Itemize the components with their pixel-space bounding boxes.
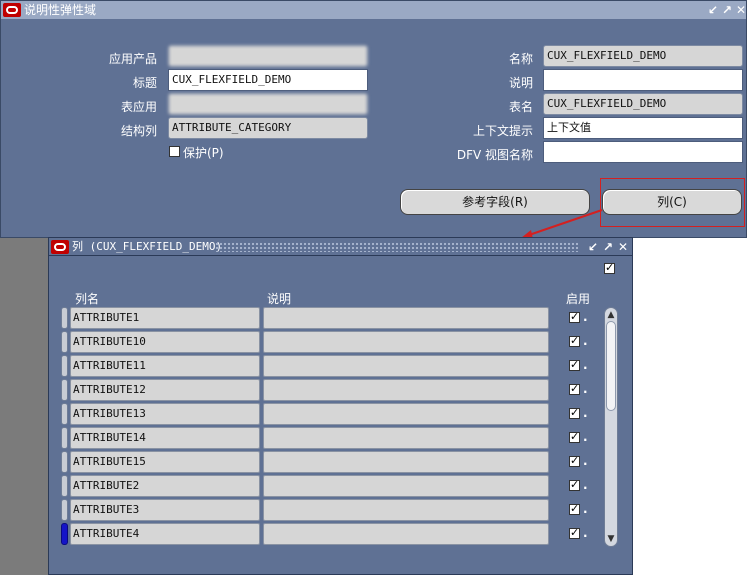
- column-name-header: 列名: [75, 292, 100, 306]
- column-name-cell[interactable]: ATTRIBUTE2: [70, 475, 260, 497]
- columns-window: 列 (CUX_FLEXFIELD_DEMO) ↙ ↗ ✕ 列名 说明 启用 AT…: [48, 237, 633, 575]
- enabled-marker: .: [583, 358, 588, 372]
- table-name-label: 表名: [508, 100, 533, 114]
- row-marker[interactable]: [61, 427, 68, 449]
- titlebar-pattern: [215, 242, 578, 252]
- table-application-field[interactable]: [168, 93, 368, 115]
- scroll-up-icon[interactable]: ▲: [605, 309, 617, 321]
- enabled-marker: .: [583, 478, 588, 492]
- column-name-cell[interactable]: ATTRIBUTE15: [70, 451, 260, 473]
- description-cell[interactable]: [263, 355, 549, 377]
- description-cell[interactable]: [263, 475, 549, 497]
- description-cell[interactable]: [263, 499, 549, 521]
- row-marker[interactable]: [61, 523, 68, 545]
- dfv-view-name-label: DFV 视图名称: [456, 148, 533, 162]
- enabled-checkbox[interactable]: [569, 358, 580, 371]
- enabled-marker: .: [583, 526, 588, 540]
- close-icon[interactable]: ✕: [734, 1, 747, 19]
- scroll-down-icon[interactable]: ▼: [605, 533, 617, 545]
- enabled-marker: .: [583, 334, 588, 348]
- row-marker[interactable]: [61, 307, 68, 329]
- select-all-checkbox[interactable]: [604, 261, 615, 274]
- enabled-marker: .: [583, 502, 588, 516]
- dfv-view-name-field[interactable]: [543, 141, 743, 163]
- enabled-marker: .: [583, 454, 588, 468]
- structure-column-field[interactable]: ATTRIBUTE_CATEGORY: [168, 117, 368, 139]
- enabled-checkbox[interactable]: [569, 454, 580, 467]
- row-marker[interactable]: [61, 475, 68, 497]
- enabled-checkbox[interactable]: [569, 502, 580, 515]
- description-cell[interactable]: [263, 403, 549, 425]
- description-cell[interactable]: [263, 523, 549, 545]
- enabled-marker: .: [583, 310, 588, 324]
- row-marker[interactable]: [61, 499, 68, 521]
- main-titlebar[interactable]: 说明性弹性域 ↙ ↗ ✕: [1, 1, 746, 19]
- title-field[interactable]: CUX_FLEXFIELD_DEMO: [168, 69, 368, 91]
- enabled-checkbox[interactable]: [569, 526, 580, 539]
- columns-window-title: 列 (CUX_FLEXFIELD_DEMO): [72, 240, 223, 253]
- context-prompt-label: 上下文提示: [472, 124, 533, 138]
- enabled-marker: .: [583, 406, 588, 420]
- column-name-cell[interactable]: ATTRIBUTE1: [70, 307, 260, 329]
- scroll-thumb[interactable]: [606, 321, 616, 411]
- application-product-label: 应用产品: [108, 52, 157, 66]
- columns-button[interactable]: 列(C): [602, 189, 742, 215]
- flexfield-main-window: 说明性弹性域 ↙ ↗ ✕ 应用产品 标题 CUX_FLEXFIELD_DEMO …: [0, 0, 747, 238]
- oracle-logo-icon: [51, 240, 69, 254]
- row-marker[interactable]: [61, 451, 68, 473]
- application-product-field[interactable]: [168, 45, 368, 67]
- enabled-marker: .: [583, 382, 588, 396]
- description-field[interactable]: [543, 69, 743, 91]
- enabled-marker: .: [583, 430, 588, 444]
- description-header: 说明: [267, 292, 292, 306]
- description-cell[interactable]: [263, 451, 549, 473]
- close-icon[interactable]: ✕: [616, 238, 630, 256]
- enabled-checkbox[interactable]: [569, 382, 580, 395]
- table-name-field[interactable]: CUX_FLEXFIELD_DEMO: [543, 93, 743, 115]
- maximize-icon[interactable]: ↗: [601, 238, 615, 256]
- vertical-scrollbar[interactable]: ▲ ▼: [604, 307, 618, 547]
- description-cell[interactable]: [263, 307, 549, 329]
- column-name-cell[interactable]: ATTRIBUTE10: [70, 331, 260, 353]
- background-area: [0, 238, 48, 575]
- context-prompt-field[interactable]: 上下文值: [543, 117, 743, 139]
- row-marker[interactable]: [61, 355, 68, 377]
- column-name-cell[interactable]: ATTRIBUTE14: [70, 427, 260, 449]
- oracle-logo-icon: [3, 3, 21, 17]
- protect-checkbox[interactable]: [169, 146, 180, 157]
- column-name-cell[interactable]: ATTRIBUTE11: [70, 355, 260, 377]
- row-marker[interactable]: [61, 403, 68, 425]
- column-name-cell[interactable]: ATTRIBUTE3: [70, 499, 260, 521]
- title-label: 标题: [132, 76, 157, 90]
- enabled-checkbox[interactable]: [569, 430, 580, 443]
- row-marker[interactable]: [61, 379, 68, 401]
- maximize-icon[interactable]: ↗: [720, 1, 734, 19]
- minimize-icon[interactable]: ↙: [586, 238, 600, 256]
- name-label: 名称: [508, 52, 533, 66]
- column-name-cell[interactable]: ATTRIBUTE13: [70, 403, 260, 425]
- description-cell[interactable]: [263, 379, 549, 401]
- enabled-checkbox[interactable]: [569, 334, 580, 347]
- enabled-checkbox[interactable]: [569, 310, 580, 323]
- description-label: 说明: [508, 76, 533, 90]
- table-application-label: 表应用: [120, 100, 157, 114]
- enabled-checkbox[interactable]: [569, 478, 580, 491]
- window-title: 说明性弹性域: [24, 3, 97, 17]
- enabled-checkbox[interactable]: [569, 406, 580, 419]
- description-cell[interactable]: [263, 427, 549, 449]
- minimize-icon[interactable]: ↙: [706, 1, 720, 19]
- name-field[interactable]: CUX_FLEXFIELD_DEMO: [543, 45, 743, 67]
- description-cell[interactable]: [263, 331, 549, 353]
- column-name-cell[interactable]: ATTRIBUTE12: [70, 379, 260, 401]
- protect-label: 保护(P): [183, 146, 224, 160]
- columns-titlebar[interactable]: 列 (CUX_FLEXFIELD_DEMO) ↙ ↗ ✕: [49, 238, 632, 256]
- row-marker[interactable]: [61, 331, 68, 353]
- column-name-cell[interactable]: ATTRIBUTE4: [70, 523, 260, 545]
- structure-column-label: 结构列: [120, 124, 157, 138]
- enabled-header: 启用: [566, 292, 591, 306]
